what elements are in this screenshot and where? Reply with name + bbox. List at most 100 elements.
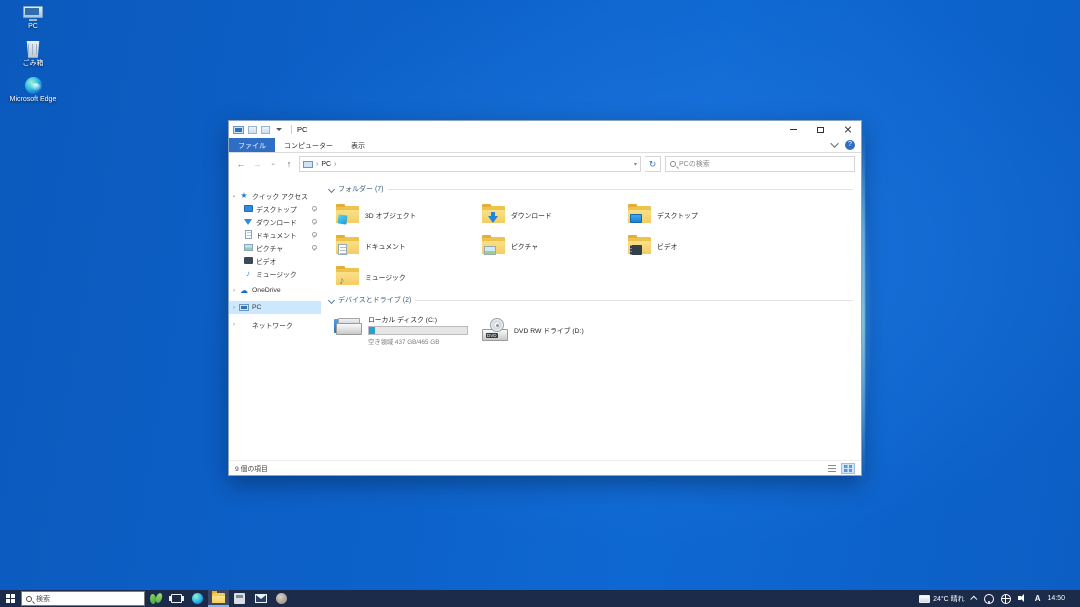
- dvd-drive-icon: DVD: [482, 320, 508, 341]
- weather-status[interactable]: 24°C 晴れ: [919, 594, 965, 604]
- 3d-objects-emblem-icon: [337, 214, 347, 224]
- start-button[interactable]: [0, 590, 21, 607]
- desktop-icon-pc[interactable]: PC: [6, 6, 60, 31]
- taskbar-store-button[interactable]: [229, 590, 250, 607]
- sidebar-item-network[interactable]: › ネットワーク: [229, 318, 321, 331]
- sidebar-item-pictures[interactable]: ピクチャ: [229, 241, 321, 254]
- maximize-icon: [817, 127, 824, 133]
- group-header-devices[interactable]: デバイスとドライブ (2): [327, 294, 853, 306]
- sidebar-item-label: ネットワーク: [252, 320, 293, 330]
- ribbon-collapse-chevron-icon[interactable]: [830, 139, 838, 147]
- item-count: 9 個の項目: [235, 463, 268, 473]
- sidebar-item-music[interactable]: ♪ ミュージック: [229, 267, 321, 280]
- network-tray-icon[interactable]: [1001, 594, 1011, 604]
- expander-chevron-icon[interactable]: ›: [229, 322, 239, 328]
- forward-button[interactable]: →: [251, 158, 263, 170]
- folders-grid: 3D オブジェクト ダウンロード デスクトップ ドキュメント: [333, 199, 853, 292]
- drive-tile-local-disk-c[interactable]: ローカル ディスク (C:) 空き領域 437 GB/465 GB: [333, 311, 479, 348]
- taskbar-app-button[interactable]: [271, 590, 292, 607]
- folder-tile-documents[interactable]: ドキュメント: [333, 230, 479, 261]
- sidebar-item-videos[interactable]: ビデオ: [229, 254, 321, 267]
- sidebar-item-desktop[interactable]: デスクトップ: [229, 202, 321, 215]
- sidebar-item-documents[interactable]: ドキュメント: [229, 228, 321, 241]
- breadcrumb-chevron-icon: ›: [334, 161, 336, 168]
- help-button[interactable]: [845, 140, 855, 150]
- windows-logo-icon: [6, 594, 15, 603]
- hidden-icons-chevron-icon[interactable]: [970, 596, 977, 603]
- sidebar-item-onedrive[interactable]: › ☁ OneDrive: [229, 284, 321, 297]
- pc-icon: [23, 6, 43, 21]
- taskbar-explorer-button[interactable]: [208, 590, 229, 607]
- drive-tile-dvd-rw-d[interactable]: DVD DVD RW ドライブ (D:): [479, 311, 625, 348]
- close-button[interactable]: [834, 121, 861, 138]
- folder-tile-3d-objects[interactable]: 3D オブジェクト: [333, 199, 479, 230]
- expander-chevron-icon[interactable]: ⌄: [229, 192, 239, 199]
- sidebar-item-label: ピクチャ: [256, 243, 283, 253]
- sidebar-item-pc[interactable]: › PC: [229, 301, 321, 314]
- maximize-button[interactable]: [807, 121, 834, 138]
- folder-name: ビデオ: [657, 241, 677, 251]
- back-button[interactable]: ←: [235, 158, 247, 170]
- quick-access-toolbar: [233, 125, 295, 134]
- tab-view[interactable]: 表示: [342, 138, 374, 152]
- details-view-button[interactable]: [825, 463, 839, 474]
- expander-chevron-icon[interactable]: ›: [229, 288, 239, 294]
- desktop-icon-edge[interactable]: Microsoft Edge: [6, 77, 60, 104]
- search-placeholder: PCの検索: [679, 159, 710, 169]
- breadcrumb-location[interactable]: PC: [321, 161, 331, 168]
- volume-tray-icon[interactable]: [1018, 594, 1028, 604]
- sidebar-item-quick-access[interactable]: ⌄ ★ クイック アクセス: [229, 189, 321, 202]
- news-and-interests-button[interactable]: [145, 590, 166, 607]
- explorer-window: PC ファイル コンピューター 表示 ← → ⌄ ↑ › PC: [228, 120, 862, 476]
- qat-new-folder-icon[interactable]: [261, 126, 270, 134]
- search-box[interactable]: PCの検索: [665, 156, 855, 172]
- search-icon: [670, 161, 676, 167]
- clock[interactable]: 14:50: [1047, 595, 1065, 602]
- weather-icon: [919, 595, 930, 603]
- tab-computer[interactable]: コンピューター: [275, 138, 342, 152]
- address-dropdown-chevron-icon[interactable]: ▾: [634, 161, 637, 168]
- refresh-button[interactable]: ↻: [645, 156, 661, 172]
- address-bar[interactable]: › PC › ▾: [299, 156, 641, 172]
- thumbnails-view-button[interactable]: [841, 463, 855, 474]
- window-title: PC: [297, 125, 307, 134]
- up-button[interactable]: ↑: [283, 158, 295, 170]
- taskbar-mail-button[interactable]: [250, 590, 271, 607]
- pin-icon: [311, 245, 316, 250]
- qat-customize-chevron-icon[interactable]: [276, 128, 282, 131]
- desktop-emblem-icon: [630, 214, 642, 223]
- folder-tile-desktop[interactable]: デスクトップ: [625, 199, 771, 230]
- sidebar-item-downloads[interactable]: ダウンロード: [229, 215, 321, 228]
- qat-properties-icon[interactable]: [248, 126, 257, 134]
- folder-tile-videos[interactable]: ビデオ: [625, 230, 771, 261]
- task-view-button[interactable]: [166, 590, 187, 607]
- taskbar-search-box[interactable]: 検索: [21, 591, 145, 606]
- videos-emblem-icon: [630, 245, 642, 255]
- titlebar-separator: [291, 125, 292, 134]
- recent-locations-chevron-icon[interactable]: ⌄: [267, 158, 279, 170]
- desktop-icon-label: ごみ箱: [23, 60, 44, 68]
- ime-mode-indicator[interactable]: A: [1035, 594, 1041, 603]
- status-bar: 9 個の項目: [229, 460, 861, 475]
- group-collapse-chevron-icon: [328, 185, 335, 192]
- taskbar-edge-button[interactable]: [187, 590, 208, 607]
- folder-icon: [336, 206, 359, 223]
- desktop: PC ごみ箱 Microsoft Edge PC: [0, 0, 1080, 607]
- sidebar-item-label: OneDrive: [252, 287, 281, 294]
- folder-icon: ♪: [336, 268, 359, 285]
- folder-icon: [628, 237, 651, 254]
- tab-file[interactable]: ファイル: [229, 138, 275, 152]
- folder-tile-pictures[interactable]: ピクチャ: [479, 230, 625, 261]
- group-collapse-chevron-icon: [328, 296, 335, 303]
- desktop-icon-recycle-bin[interactable]: ごみ箱: [6, 41, 60, 68]
- view-toggles: [825, 463, 855, 474]
- expander-chevron-icon[interactable]: ›: [229, 305, 239, 311]
- minimize-button[interactable]: [780, 121, 807, 138]
- security-tray-icon[interactable]: [984, 594, 994, 604]
- folder-tile-music[interactable]: ♪ ミュージック: [333, 261, 479, 292]
- weather-widget-icon: [149, 593, 163, 605]
- drive-free-space: 空き領域 437 GB/465 GB: [368, 337, 468, 346]
- group-header-folders[interactable]: フォルダー (7): [327, 183, 853, 195]
- folder-tile-downloads[interactable]: ダウンロード: [479, 199, 625, 230]
- ribbon-right-controls: [833, 138, 861, 152]
